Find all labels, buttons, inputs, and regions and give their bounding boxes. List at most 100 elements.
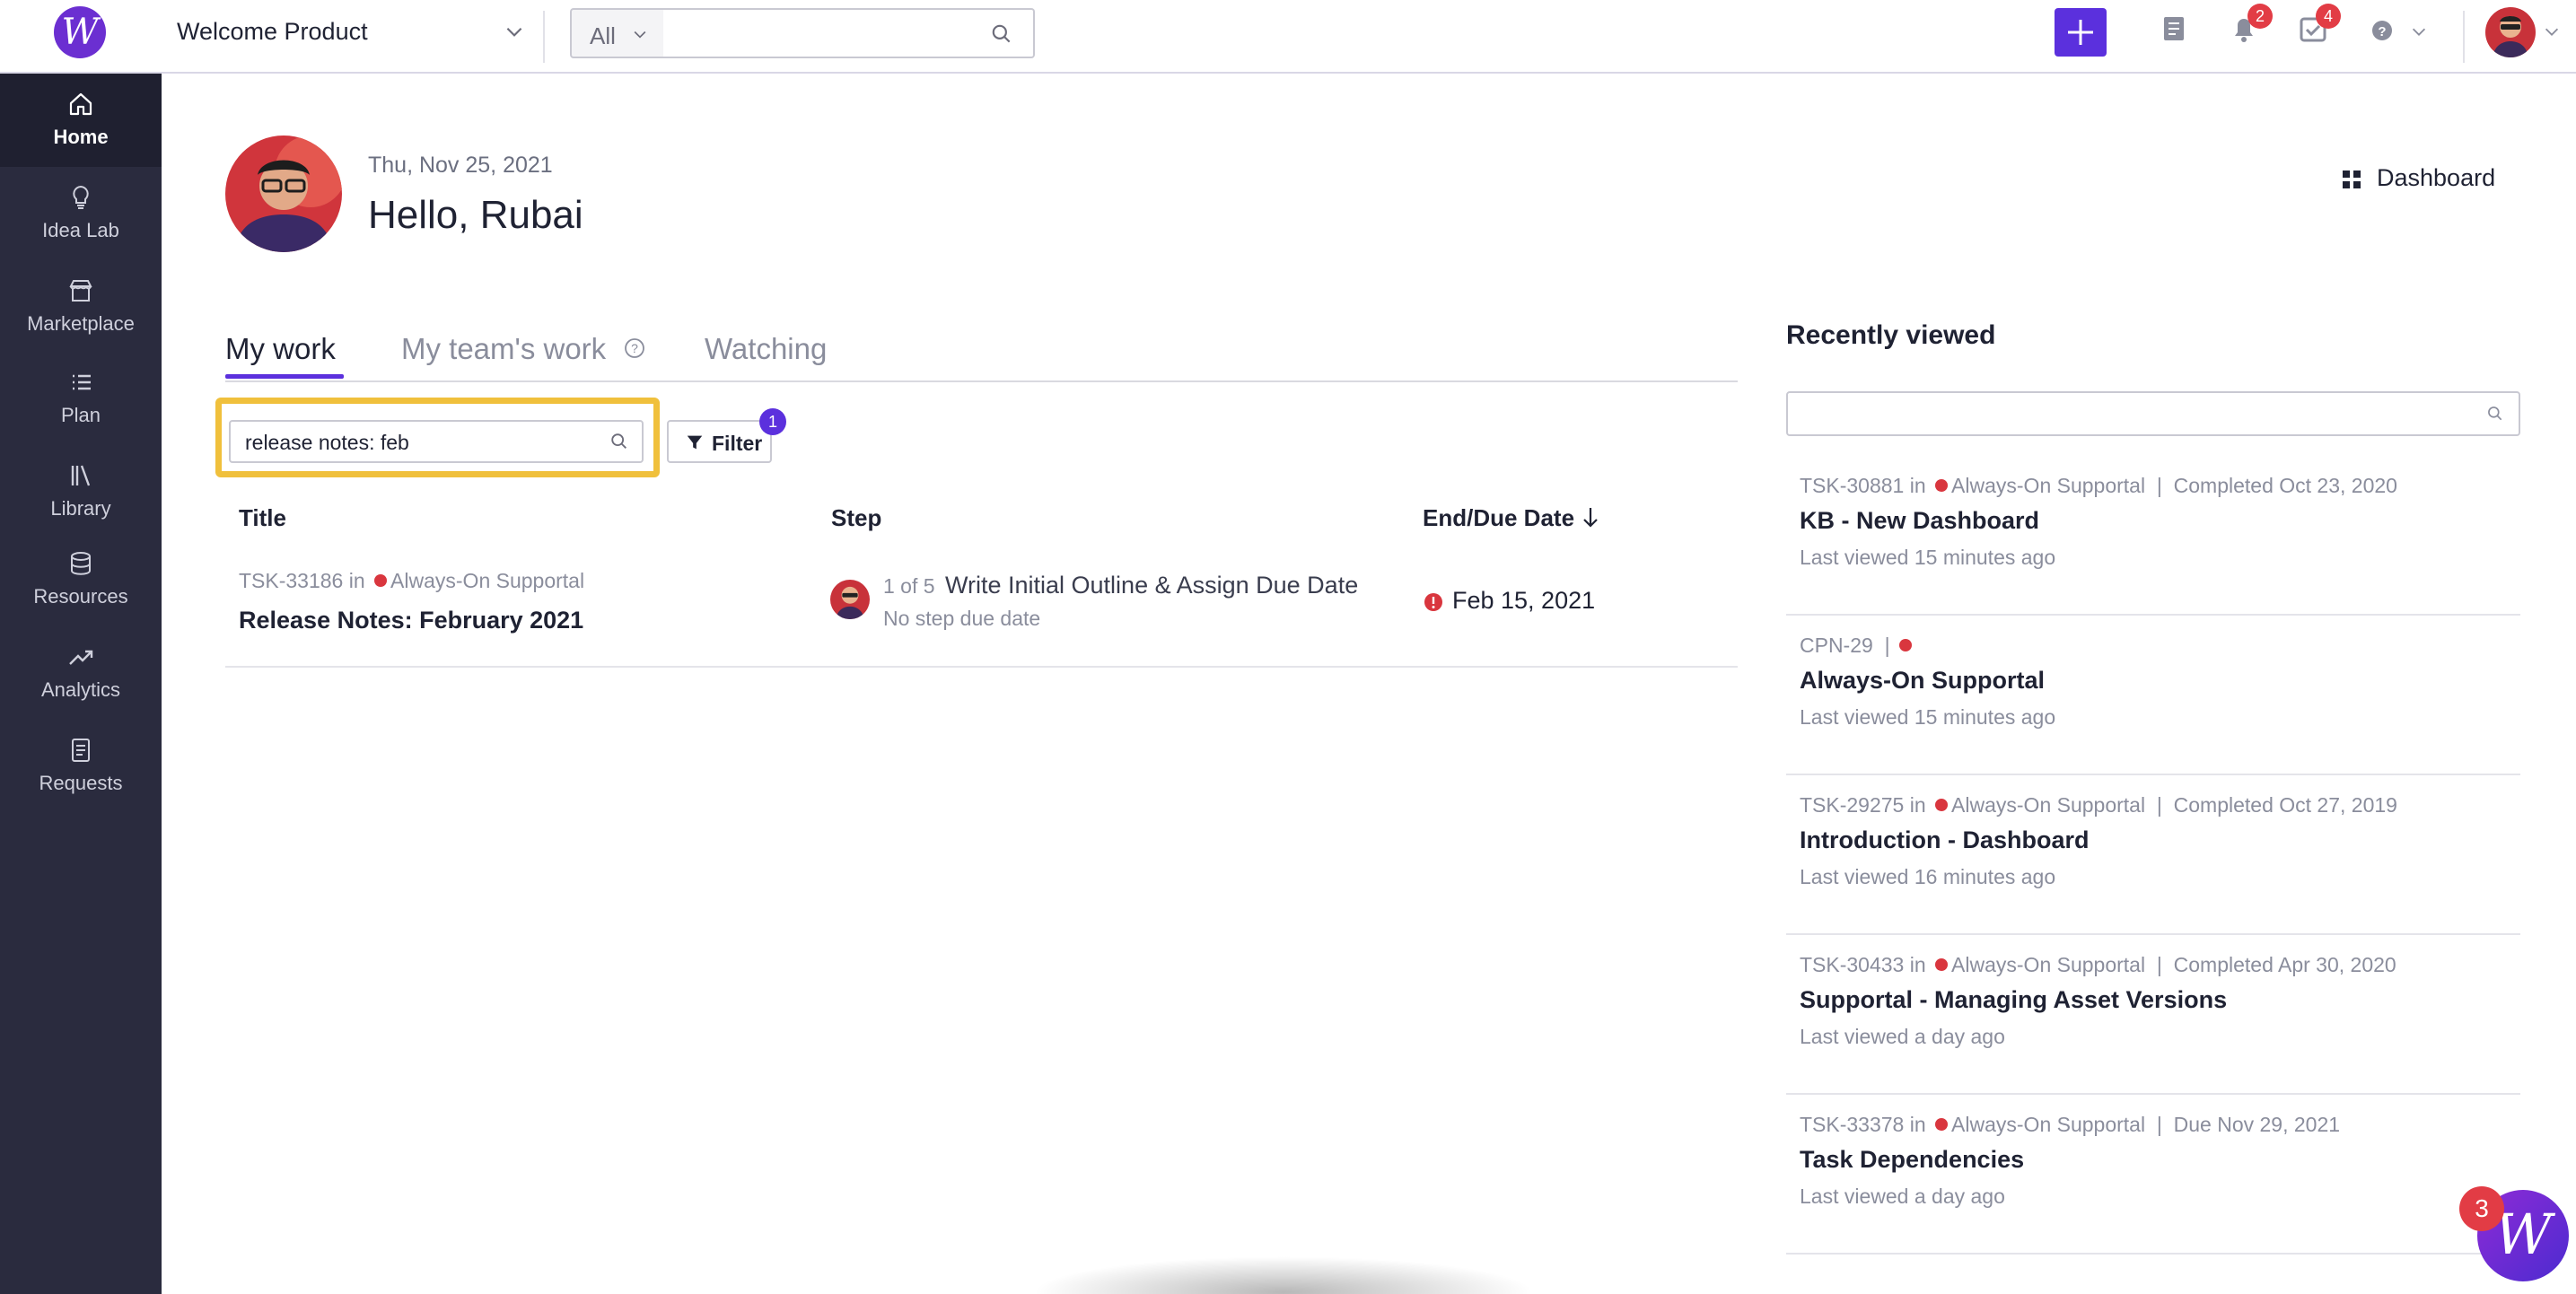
project-status-dot xyxy=(374,574,388,588)
global-search-input[interactable] xyxy=(663,8,1035,58)
sidebar-item-resources[interactable]: Resources xyxy=(0,533,162,626)
recent-item-id: TSK-29275 xyxy=(1800,793,1905,817)
task-title[interactable]: Release Notes: February 2021 xyxy=(239,607,583,634)
svg-text:?: ? xyxy=(631,341,638,355)
search-scope-select[interactable]: All xyxy=(570,8,665,58)
help-circle-icon[interactable]: ? xyxy=(624,337,645,359)
sidebar-item-label: Plan xyxy=(60,404,101,426)
sidebar-item-label: Library xyxy=(50,497,111,520)
assignee-avatar xyxy=(830,580,870,619)
document-icon xyxy=(72,739,90,762)
tasks-badge: 4 xyxy=(2316,4,2341,29)
project-name[interactable]: Always-On Supportal xyxy=(390,569,584,592)
library-icon xyxy=(71,465,91,486)
current-date: Thu, Nov 25, 2021 xyxy=(368,153,553,178)
tab-my-work[interactable]: My work xyxy=(225,332,336,366)
chevron-down-icon[interactable] xyxy=(2542,22,2562,41)
sidebar-item-label: Requests xyxy=(39,772,123,794)
help-icon[interactable]: ? xyxy=(2369,13,2396,45)
filter-icon xyxy=(687,435,703,450)
recent-item-meta: CPN-29 | xyxy=(1800,634,1915,658)
column-header-title[interactable]: Title xyxy=(239,504,286,532)
step-due-date: No step due date xyxy=(883,607,1041,630)
project-status-dot xyxy=(1898,639,1912,652)
svg-text:?: ? xyxy=(2378,24,2386,39)
table-row[interactable]: TSK-33186 in Always-On Supportal Release… xyxy=(225,549,1738,668)
recent-item-id: CPN-29 xyxy=(1800,634,1873,657)
recent-item-meta: TSK-30881 in Always-On Supportal | Compl… xyxy=(1800,474,2397,497)
recent-item-name[interactable]: Introduction - Dashboard xyxy=(1800,826,2089,854)
column-header-due[interactable]: End/Due Date xyxy=(1423,504,1574,532)
sidebar-item-marketplace[interactable]: Marketplace xyxy=(0,260,162,354)
greeting: Hello, Rubai xyxy=(368,193,583,237)
task-meta: TSK-33186 in Always-On Supportal xyxy=(239,569,584,593)
recent-item-status: Due Nov 29, 2021 xyxy=(2173,1113,2341,1136)
chevron-down-icon[interactable] xyxy=(2409,22,2429,41)
search-icon[interactable] xyxy=(990,22,1013,46)
recent-item-status: Completed Oct 23, 2020 xyxy=(2173,474,2397,497)
recent-item-project: Always-On Supportal xyxy=(1951,1113,2146,1136)
recent-item-meta: TSK-33378 in Always-On Supportal | Due N… xyxy=(1800,1113,2341,1136)
recent-item-name[interactable]: Always-On Supportal xyxy=(1800,667,2045,695)
filter-button[interactable]: Filter xyxy=(667,420,772,463)
work-tabs: My work My team's work ? Watching xyxy=(225,323,1738,382)
recent-item-name[interactable]: Task Dependencies xyxy=(1800,1146,2024,1174)
recent-item-last-viewed: Last viewed 15 minutes ago xyxy=(1800,546,2056,569)
top-bar: W Welcome Product All 2 4 ? xyxy=(0,0,2576,74)
chat-unread-badge: 3 xyxy=(2459,1186,2504,1231)
recent-item-project: Always-On Supportal xyxy=(1951,474,2146,497)
profile-avatar xyxy=(225,136,342,252)
filter-label: Filter xyxy=(712,432,763,455)
project-status-dot xyxy=(1935,479,1949,493)
step-progress: 1 of 5 xyxy=(883,574,935,598)
database-icon xyxy=(71,552,91,575)
notes-icon[interactable] xyxy=(2160,13,2186,45)
sidebar-item-analytics[interactable]: Analytics xyxy=(0,626,162,720)
sidebar-item-library[interactable]: Library xyxy=(0,445,162,538)
sort-arrow-down-icon[interactable] xyxy=(1580,505,1601,530)
recent-item-last-viewed: Last viewed a day ago xyxy=(1800,1025,2005,1048)
list-icon xyxy=(73,374,91,390)
product-selector-label[interactable]: Welcome Product xyxy=(177,18,368,46)
sidebar-item-plan[interactable]: Plan xyxy=(0,352,162,445)
recently-viewed-search-input[interactable] xyxy=(1786,391,2520,436)
search-icon[interactable] xyxy=(609,432,629,451)
sidebar-item-label: Idea Lab xyxy=(42,219,119,241)
tab-my-teams-work[interactable]: My team's work xyxy=(401,332,606,366)
recent-item[interactable]: CPN-29 | Always-On Supportal Last viewed… xyxy=(1786,616,2520,775)
in-label: in xyxy=(348,569,365,592)
recent-item[interactable]: TSK-29275 in Always-On Supportal | Compl… xyxy=(1786,775,2520,935)
sidebar-item-requests[interactable]: Requests xyxy=(0,720,162,813)
chevron-down-icon[interactable] xyxy=(503,20,526,43)
sidebar-item-home[interactable]: Home xyxy=(0,74,162,167)
filter-count-badge: 1 xyxy=(759,408,786,435)
dashboard-label: Dashboard xyxy=(2377,164,2496,191)
recent-item-last-viewed: Last viewed a day ago xyxy=(1800,1185,2005,1208)
column-header-step[interactable]: Step xyxy=(831,504,881,532)
store-icon xyxy=(69,280,92,302)
in-label: in xyxy=(1909,953,1926,976)
create-button[interactable] xyxy=(2055,8,2107,57)
avatar-image xyxy=(830,580,870,619)
bottom-shadow xyxy=(1032,1256,1535,1294)
recent-item[interactable]: TSK-30881 in Always-On Supportal | Compl… xyxy=(1786,456,2520,616)
divider xyxy=(2463,11,2465,63)
recent-item-name[interactable]: KB - New Dashboard xyxy=(1800,507,2039,535)
sidebar-item-idea-lab[interactable]: Idea Lab xyxy=(0,167,162,260)
my-work-search-input[interactable]: release notes: feb xyxy=(229,420,644,463)
step-name[interactable]: Write Initial Outline & Assign Due Date xyxy=(945,572,1358,599)
search-icon[interactable] xyxy=(2486,405,2504,423)
recent-item-name[interactable]: Supportal - Managing Asset Versions xyxy=(1800,986,2227,1014)
in-label: in xyxy=(1909,793,1926,817)
divider xyxy=(543,11,545,63)
sidebar: Home Idea Lab Marketplace Plan Library R… xyxy=(0,74,162,1294)
user-avatar[interactable] xyxy=(2485,7,2536,57)
recent-item[interactable]: TSK-30433 in Always-On Supportal | Compl… xyxy=(1786,935,2520,1095)
app-logo[interactable]: W xyxy=(54,6,106,58)
recent-item[interactable]: TSK-33378 in Always-On Supportal | Due N… xyxy=(1786,1095,2520,1255)
grid-icon xyxy=(2343,170,2361,188)
tab-watching[interactable]: Watching xyxy=(705,332,827,366)
project-status-dot xyxy=(1935,799,1949,812)
recent-item-last-viewed: Last viewed 16 minutes ago xyxy=(1800,865,2056,888)
home-icon xyxy=(69,92,92,116)
